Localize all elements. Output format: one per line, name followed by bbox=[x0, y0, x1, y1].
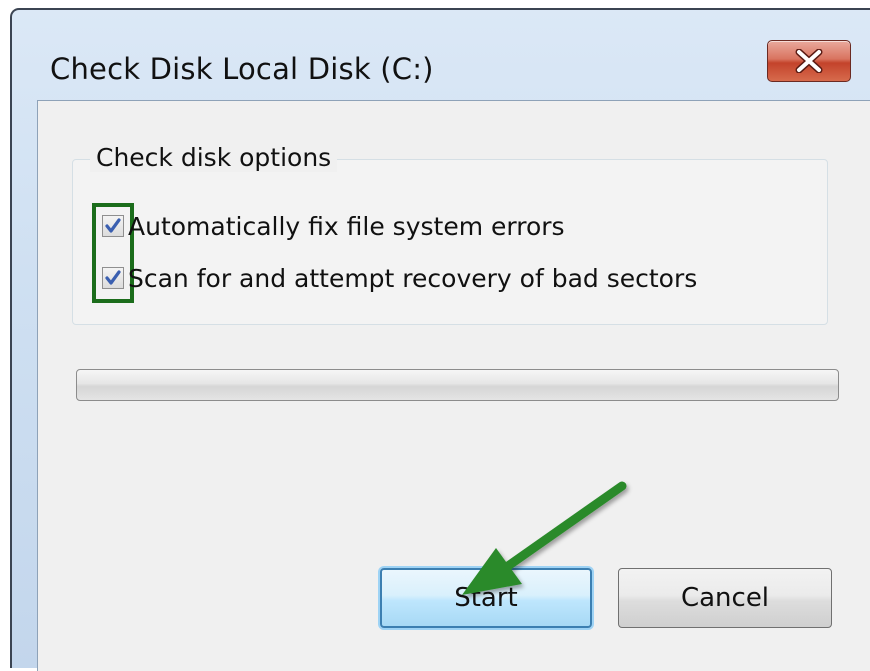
check-disk-dialog: Check Disk Local Disk (C:) Check disk op… bbox=[10, 8, 870, 671]
dialog-body: Check disk options Automatically fix fil… bbox=[37, 100, 870, 671]
checkmark-icon bbox=[105, 218, 121, 233]
option-scan-bad-sectors[interactable]: Scan for and attempt recovery of bad sec… bbox=[102, 261, 697, 295]
auto-fix-checkbox[interactable] bbox=[102, 215, 124, 237]
start-button[interactable]: Start bbox=[380, 568, 592, 628]
close-button[interactable] bbox=[767, 40, 851, 82]
checkmark-icon bbox=[105, 270, 121, 285]
progress-bar bbox=[76, 369, 839, 401]
scan-bad-sectors-checkbox[interactable] bbox=[102, 267, 124, 289]
title-bar[interactable]: Check Disk Local Disk (C:) bbox=[12, 10, 870, 98]
close-x-icon bbox=[795, 49, 823, 73]
dialog-title: Check Disk Local Disk (C:) bbox=[50, 52, 434, 86]
option-auto-fix[interactable]: Automatically fix file system errors bbox=[102, 209, 565, 243]
auto-fix-label: Automatically fix file system errors bbox=[128, 211, 565, 241]
group-label: Check disk options bbox=[90, 143, 338, 172]
scan-bad-sectors-label: Scan for and attempt recovery of bad sec… bbox=[128, 263, 698, 293]
cancel-button[interactable]: Cancel bbox=[618, 568, 832, 628]
